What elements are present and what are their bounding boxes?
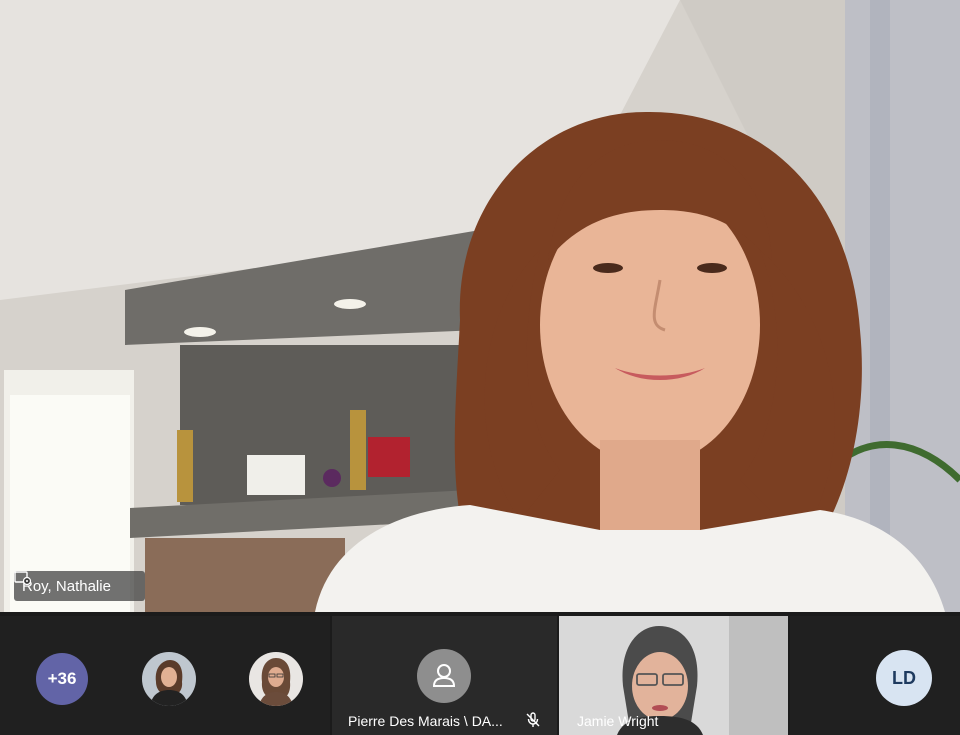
video-frame bbox=[0, 0, 960, 612]
participant-tile[interactable]: LD bbox=[790, 616, 960, 735]
participant-avatar[interactable] bbox=[142, 652, 196, 706]
main-video-feed[interactable]: Roy, Nathalie bbox=[0, 0, 960, 612]
speaker-name-tag: Roy, Nathalie bbox=[14, 571, 145, 601]
participant-name: Pierre Des Marais \ DA... bbox=[348, 713, 503, 729]
pin-video-icon[interactable] bbox=[14, 571, 137, 593]
participant-tile[interactable]: Pierre Des Marais \ DA... bbox=[332, 616, 557, 735]
participant-avatar[interactable] bbox=[249, 652, 303, 706]
mic-muted-icon bbox=[525, 712, 541, 728]
more-participants-button[interactable]: +36 bbox=[36, 653, 88, 705]
speaker-name: Roy, Nathalie bbox=[22, 577, 111, 595]
participant-initials-avatar: LD bbox=[876, 650, 932, 706]
participants-strip: +36 Pierre Des Marais \ DA... Jamie Wrig… bbox=[0, 612, 960, 735]
participant-tile[interactable]: Jamie Wright bbox=[559, 616, 788, 735]
overflow-tile: +36 bbox=[0, 616, 330, 735]
participant-name: Jamie Wright bbox=[577, 713, 659, 729]
person-icon bbox=[417, 649, 471, 703]
